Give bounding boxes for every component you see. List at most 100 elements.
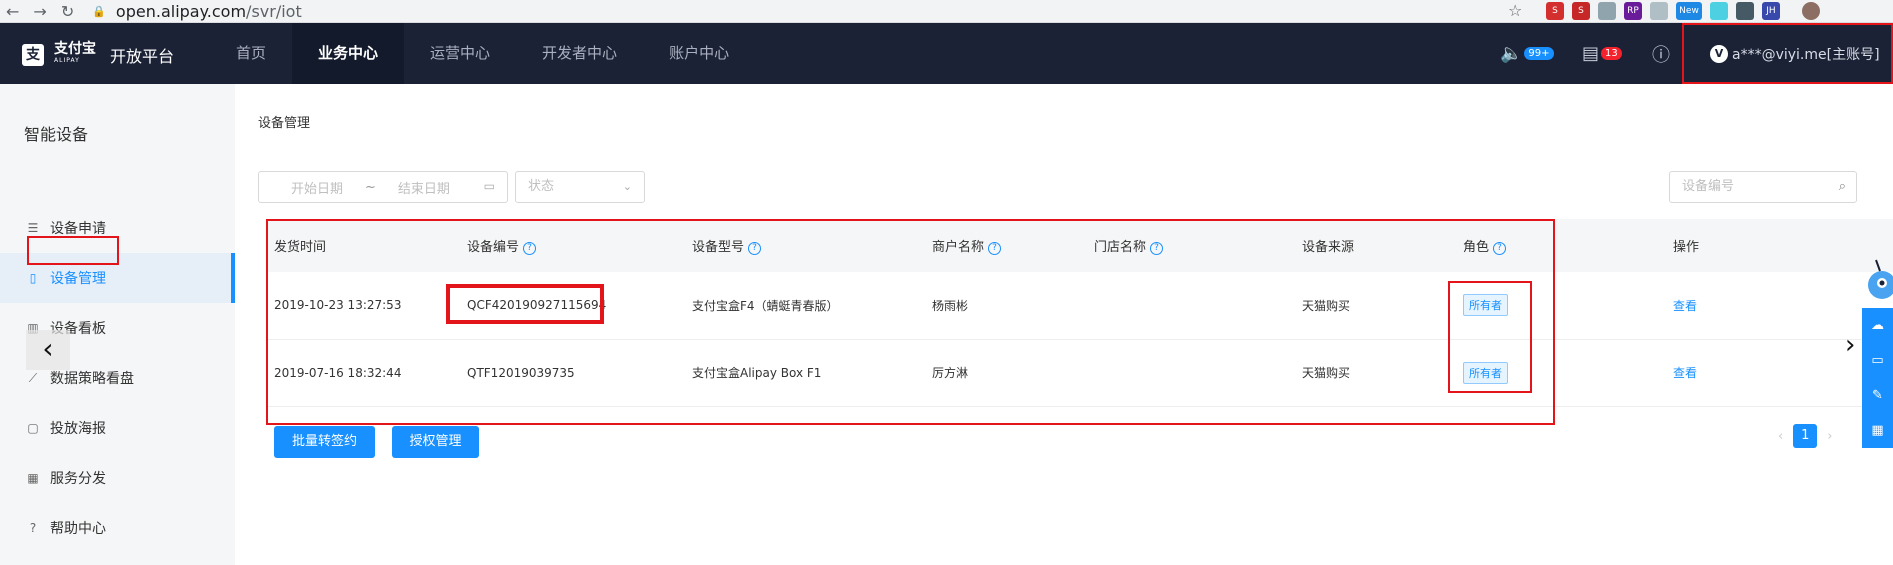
chat-icon[interactable]: ☁ <box>1871 318 1884 333</box>
bookmark-star-icon[interactable]: ☆ <box>1508 1 1522 20</box>
profile-avatar[interactable] <box>1802 2 1820 20</box>
menu-item-developer[interactable]: 开发者中心 <box>516 23 643 84</box>
line-chart-icon: ⟋ <box>28 370 38 385</box>
device-model: 支付宝盒F4（蜻蜓青春版） <box>685 272 925 340</box>
assistant-bot-icon[interactable] <box>1858 255 1893 310</box>
sidebar-item-label: 设备申请 <box>50 221 106 237</box>
calendar-icon: ▭ <box>483 179 495 193</box>
sidebar-item-help[interactable]: ? 帮助中心 <box>0 503 235 553</box>
url-host: open.alipay.com <box>115 1 247 21</box>
speaker-icon: 🔈 <box>1500 43 1523 64</box>
logo-text: 支付宝 ALIPAY <box>54 42 96 66</box>
role-cell: 所有者 <box>1456 272 1666 340</box>
col-merchant: 商户名称? <box>925 219 1087 272</box>
extension-icon[interactable]: S <box>1546 2 1564 20</box>
reload-icon[interactable]: ↻ <box>61 2 74 21</box>
date-range-picker[interactable]: 开始日期 ~ 结束日期 ▭ <box>258 171 508 203</box>
notice-button[interactable]: 🔈 99+ <box>1500 23 1554 84</box>
ship-time: 2019-07-16 18:32:44 <box>267 339 460 407</box>
extension-icon[interactable] <box>1650 2 1668 20</box>
table-row: 2019-10-23 13:27:53 QCF420190927115694 支… <box>267 272 1893 340</box>
list-icon: ☰ <box>27 221 39 235</box>
end-date-input[interactable]: 结束日期 <box>398 178 450 197</box>
device-table: 发货时间 设备编号? 设备型号? 商户名称? 门店名称? 设备来源 角色? 操作… <box>267 219 1893 407</box>
next-page-icon[interactable]: › <box>1827 429 1832 444</box>
page-current[interactable]: 1 <box>1793 424 1818 448</box>
ship-time: 2019-10-23 13:27:53 <box>267 272 460 340</box>
sidebar-item-poster[interactable]: ▢ 投放海报 <box>0 403 235 453</box>
carousel-next-icon[interactable]: › <box>1845 330 1855 360</box>
logo[interactable]: 支 支付宝 ALIPAY 开放平台 <box>22 42 174 67</box>
help-circle-icon[interactable]: ? <box>523 242 537 255</box>
table-row: 2019-07-16 18:32:44 QTF12019039735 支付宝盒A… <box>267 339 1893 407</box>
col-role: 角色? <box>1456 219 1666 272</box>
url-path: /svr/iot <box>246 1 302 21</box>
status-placeholder: 状态 <box>528 179 555 194</box>
help-circle-icon[interactable]: ? <box>748 242 762 255</box>
menu-item-business[interactable]: 业务中心 <box>292 23 405 84</box>
prev-page-icon[interactable]: ‹ <box>1778 429 1783 444</box>
extension-icon[interactable]: JH <box>1762 2 1780 20</box>
extension-icon[interactable]: S <box>1572 2 1590 20</box>
device-no: QCF420190927115694 <box>460 272 685 340</box>
table-header-row: 发货时间 设备编号? 设备型号? 商户名称? 门店名称? 设备来源 角色? 操作 <box>267 219 1893 272</box>
menu-item-operations[interactable]: 运营中心 <box>404 23 516 84</box>
forward-icon[interactable]: → <box>33 2 46 21</box>
auth-manage-button[interactable]: 授权管理 <box>392 426 479 458</box>
extension-icon[interactable]: New <box>1676 2 1702 20</box>
help-circle-icon: ⓘ <box>1652 44 1670 66</box>
col-source: 设备来源 <box>1295 219 1456 272</box>
view-link[interactable]: 查看 <box>1673 366 1697 380</box>
role-badge: 所有者 <box>1463 294 1508 317</box>
sidebar-item-label: 数据策略看盘 <box>50 371 134 387</box>
col-store: 门店名称? <box>1087 219 1295 272</box>
carousel-prev-icon[interactable]: ‹ <box>26 330 70 370</box>
main-content: 设备管理 开始日期 ~ 结束日期 ▭ 状态 ⌄ 设备编号 ⌕ 发货时间 设备编号… <box>235 84 1893 565</box>
menu-item-home[interactable]: 首页 <box>210 23 292 84</box>
account-menu[interactable]: V a***@viyi.me[主账号] <box>1682 23 1893 84</box>
help-circle-icon[interactable]: ? <box>988 242 1002 255</box>
browser-toolbar: ← → ↻ 🔒 open.alipay.com/svr/iot ☆ S S RP… <box>0 0 1893 23</box>
qr-icon[interactable] <box>1736 2 1754 20</box>
extension-icon[interactable] <box>1710 2 1728 20</box>
menu-item-account[interactable]: 账户中心 <box>643 23 755 84</box>
role-badge: 所有者 <box>1463 361 1508 384</box>
task-icon: ▤ <box>1582 43 1600 64</box>
merchant-name: 杨雨彬 <box>925 272 1087 340</box>
search-input[interactable]: 设备编号 ⌕ <box>1669 171 1857 203</box>
address-bar[interactable]: open.alipay.com/svr/iot <box>116 2 302 21</box>
help-circle-icon[interactable]: ? <box>1150 242 1164 255</box>
device-model: 支付宝盒Alipay Box F1 <box>685 339 925 407</box>
alipay-logo-icon: 支 <box>22 44 44 66</box>
sidebar-item-device-apply[interactable]: ☰ 设备申请 <box>0 203 235 253</box>
help-icon: ? <box>29 521 37 535</box>
sidebar-item-service[interactable]: ▦ 服务分发 <box>0 453 235 503</box>
help-circle-icon[interactable]: ? <box>1493 242 1507 255</box>
sidebar-item-label: 服务分发 <box>50 471 106 487</box>
back-icon[interactable]: ← <box>6 2 19 21</box>
search-icon[interactable]: ⌕ <box>1839 172 1846 202</box>
qr-code-icon[interactable]: ▦ <box>1871 423 1883 438</box>
breadcrumb: 设备管理 <box>258 116 311 131</box>
help-button[interactable]: ⓘ <box>1652 23 1670 84</box>
device-no: QTF12019039735 <box>460 339 685 407</box>
task-badge: 13 <box>1601 47 1622 60</box>
message-icon[interactable]: ▭ <box>1871 353 1883 368</box>
extension-icon[interactable]: RP <box>1624 2 1642 20</box>
main-menu: 首页 业务中心 运营中心 开发者中心 账户中心 <box>210 23 755 84</box>
date-separator: ~ <box>365 179 376 195</box>
col-ship-time: 发货时间 <box>267 219 460 272</box>
sidebar-item-device-manage[interactable]: ▯ 设备管理 <box>0 253 235 303</box>
account-avatar: V <box>1710 44 1728 63</box>
batch-transfer-button[interactable]: 批量转签约 <box>274 426 375 458</box>
task-button[interactable]: ▤ 13 <box>1582 23 1622 84</box>
edit-icon[interactable]: ✎ <box>1872 388 1883 403</box>
status-select[interactable]: 状态 ⌄ <box>515 171 645 203</box>
view-link[interactable]: 查看 <box>1673 299 1697 313</box>
start-date-input[interactable]: 开始日期 <box>291 178 343 197</box>
action-cell: 查看 <box>1666 339 1893 407</box>
sidebar: 智能设备 ☰ 设备申请 ▯ 设备管理 ▥ 设备看板 ⟋ 数据策略看盘 ▢ 投放海… <box>0 84 235 565</box>
extension-icon[interactable] <box>1598 2 1616 20</box>
merchant-name: 厉方淋 <box>925 339 1087 407</box>
sidebar-item-label: 帮助中心 <box>50 521 106 537</box>
